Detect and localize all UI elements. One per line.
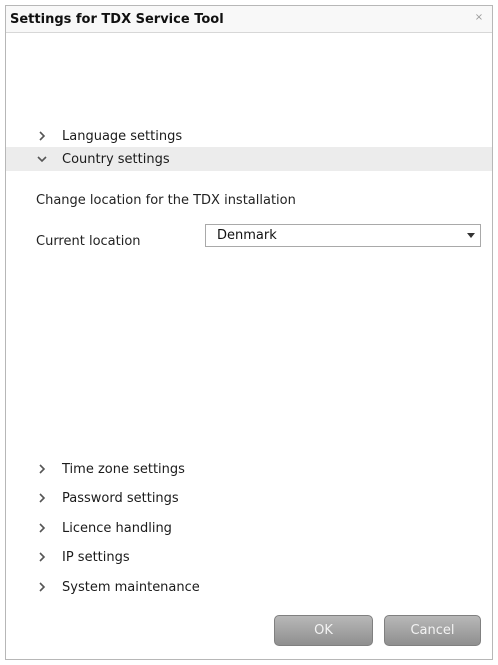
section-system-maintenance[interactable]: System maintenance	[6, 575, 492, 599]
location-select-value: Denmark	[217, 228, 277, 243]
section-label: IP settings	[62, 549, 130, 565]
ok-button[interactable]: OK	[274, 615, 373, 646]
section-label: System maintenance	[62, 579, 200, 595]
settings-dialog: Settings for TDX Service Tool × Language…	[5, 5, 493, 660]
section-country-settings[interactable]: Country settings	[6, 147, 492, 171]
section-label: Language settings	[62, 128, 183, 144]
current-location-label: Current location	[36, 234, 141, 249]
chevron-right-icon	[34, 493, 50, 503]
close-icon[interactable]: ×	[474, 13, 484, 23]
title-bar: Settings for TDX Service Tool ×	[6, 6, 492, 33]
section-language-settings[interactable]: Language settings	[6, 124, 492, 148]
section-time-zone-settings[interactable]: Time zone settings	[6, 457, 492, 481]
section-label: Password settings	[62, 490, 179, 506]
section-ip-settings[interactable]: IP settings	[6, 545, 492, 569]
section-label: Licence handling	[62, 520, 172, 536]
dropdown-arrow-icon[interactable]	[462, 233, 480, 238]
chevron-right-icon	[34, 464, 50, 474]
section-label: Time zone settings	[62, 461, 185, 477]
chevron-right-icon	[34, 523, 50, 533]
cancel-button[interactable]: Cancel	[384, 615, 481, 646]
dialog-title: Settings for TDX Service Tool	[10, 12, 224, 27]
chevron-right-icon	[34, 552, 50, 562]
country-settings-description: Change location for the TDX installation	[36, 193, 296, 208]
section-licence-handling[interactable]: Licence handling	[6, 516, 492, 540]
chevron-down-icon	[34, 155, 50, 163]
location-select[interactable]: Denmark	[205, 224, 481, 247]
chevron-right-icon	[34, 131, 50, 141]
section-label: Country settings	[62, 151, 170, 167]
section-password-settings[interactable]: Password settings	[6, 486, 492, 510]
chevron-right-icon	[34, 582, 50, 592]
